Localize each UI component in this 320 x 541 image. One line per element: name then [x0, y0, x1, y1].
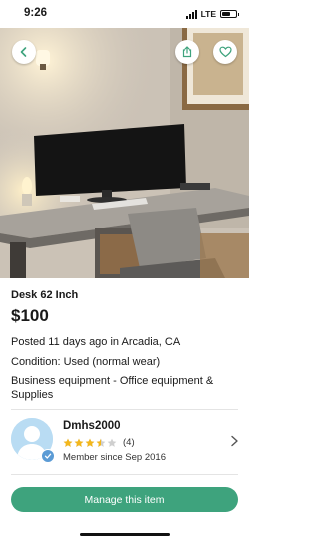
signal-icon: [185, 9, 197, 19]
listing-condition: Condition: Used (normal wear): [11, 356, 161, 368]
star-rating-icons: [63, 438, 118, 448]
heart-icon: [218, 46, 232, 58]
seller-name: Dmhs2000: [63, 420, 121, 432]
battery-icon: [220, 10, 239, 18]
divider: [11, 474, 238, 475]
manage-item-button[interactable]: Manage this item: [11, 487, 238, 512]
network-type: LTE: [200, 9, 216, 19]
share-button[interactable]: [175, 40, 199, 64]
star-icon: [74, 438, 84, 447]
star-icon: [85, 438, 95, 447]
listing-posted-info: Posted 11 days ago in Arcadia, CA: [11, 336, 181, 348]
status-indicators: LTE: [185, 9, 239, 19]
rating-count: (4): [123, 437, 135, 448]
divider: [11, 409, 238, 410]
status-time: 9:26: [24, 7, 48, 19]
seller-profile-row[interactable]: Dmhs2000 (4) Member since Sep 2016: [11, 418, 241, 470]
desk-photo-illustration: [0, 28, 249, 278]
back-button[interactable]: [12, 40, 36, 64]
seller-rating: (4): [63, 437, 135, 448]
share-icon: [182, 46, 192, 58]
back-chevron-icon: [20, 47, 27, 57]
star-icon: [63, 438, 73, 447]
star-icon: [96, 438, 106, 447]
member-since: Member since Sep 2016: [63, 452, 166, 463]
listing-photo[interactable]: [0, 28, 249, 278]
chevron-right-icon: [231, 435, 238, 447]
verified-badge-icon: [41, 449, 55, 463]
listing-price: $100: [11, 306, 49, 325]
star-icon: [107, 438, 117, 447]
status-bar: 9:26 LTE: [0, 0, 249, 28]
listing-title: Desk 62 Inch: [11, 289, 79, 301]
home-indicator: [80, 533, 170, 536]
favorite-button[interactable]: [213, 40, 237, 64]
listing-category: Business equipment - Office equipment & …: [11, 375, 214, 401]
